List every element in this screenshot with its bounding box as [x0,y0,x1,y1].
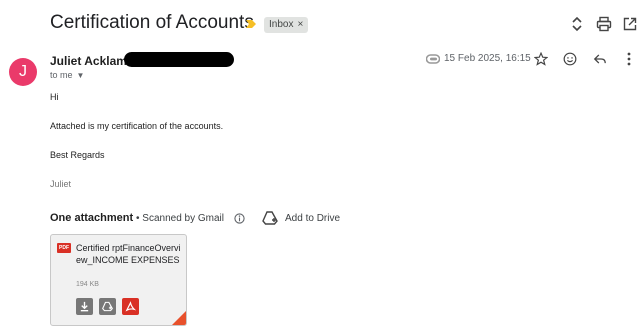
recipient-details[interactable]: to me ▼ [50,70,84,80]
remove-label-icon[interactable]: × [297,19,303,30]
attachment-heading: One attachment [50,212,134,224]
attachment-icon [426,54,440,64]
attachment-size: 194 KB [76,281,99,288]
inbox-label-text: Inbox [269,19,294,30]
print-icon[interactable] [594,14,614,34]
redacted-email-address [124,52,234,67]
emoji-icon[interactable] [562,51,578,67]
body-line: Attached is my certification of the acco… [50,121,224,131]
body-signature: Juliet [50,179,72,189]
recipient-text: to me [50,70,73,80]
sender-name[interactable]: Juliet Acklam [50,54,127,68]
attachment-filename: Certified rptFinanceOverview_INCOME EXPE… [76,243,181,265]
body-closing: Best Regards [50,150,105,160]
reply-icon[interactable] [592,51,608,67]
important-marker-icon[interactable] [246,19,256,29]
inbox-label-chip[interactable]: Inbox × [264,17,309,33]
attachment-card[interactable]: PDF Certified rptFinanceOverview_INCOME … [50,234,187,326]
body-greeting: Hi [50,92,59,102]
pdf-open-icon[interactable] [122,298,139,315]
pdf-file-icon: PDF [57,243,71,253]
avatar[interactable]: J [9,58,37,86]
email-date: 15 Feb 2025, 16:15 [444,53,531,64]
download-icon[interactable] [76,298,93,315]
pdf-corner-fold [172,311,186,325]
chevron-down-icon[interactable]: ▼ [77,71,85,80]
add-to-drive-button[interactable]: Add to Drive [285,213,340,224]
more-vert-icon[interactable] [621,51,637,67]
add-to-drive-icon[interactable] [262,210,278,226]
star-icon[interactable] [533,51,549,67]
scanned-by-gmail: • Scanned by Gmail [136,213,224,224]
email-subject: Certification of Accounts [50,12,254,33]
info-icon[interactable] [234,213,245,224]
save-to-drive-icon[interactable] [99,298,116,315]
expand-collapse-icon[interactable] [567,14,587,34]
open-new-window-icon[interactable] [620,14,640,34]
